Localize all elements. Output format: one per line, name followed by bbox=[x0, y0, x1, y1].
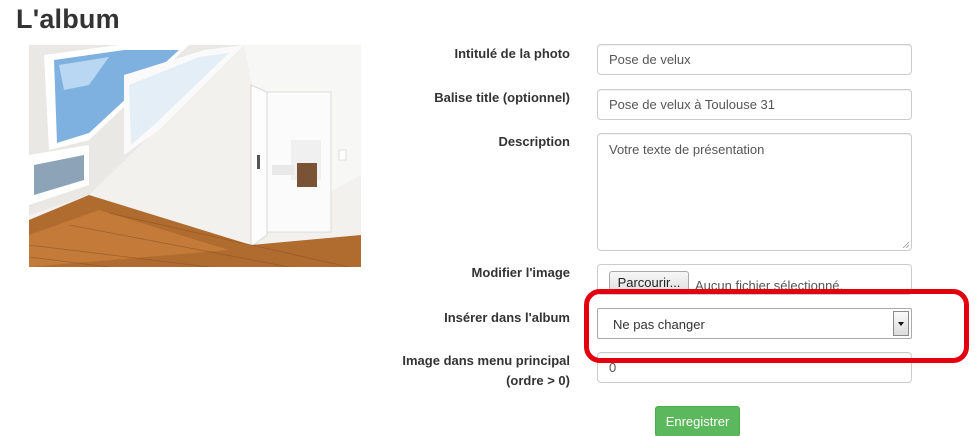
alt-input[interactable]: Pose de velux à Toulouse 31 bbox=[597, 89, 912, 120]
image-file-input[interactable]: Parcourir... Aucun fichier sélectionné. bbox=[597, 264, 912, 295]
file-status: Aucun fichier sélectionné. bbox=[695, 278, 844, 293]
title-input[interactable]: Pose de velux bbox=[597, 44, 912, 75]
menu-label-line1: Image dans menu principal bbox=[402, 353, 570, 368]
alt-label: Balise title (optionnel) bbox=[434, 90, 570, 105]
chevron-down-icon[interactable] bbox=[893, 311, 909, 336]
page-title: L'album bbox=[16, 4, 120, 34]
album-select-value: Ne pas changer bbox=[613, 317, 705, 332]
description-textarea[interactable]: Votre texte de présentation bbox=[597, 133, 912, 251]
menu-order-input[interactable]: 0 bbox=[597, 352, 912, 383]
description-label: Description bbox=[498, 134, 570, 149]
menu-label: Image dans menu principal (ordre > 0) bbox=[402, 351, 570, 391]
browse-button[interactable]: Parcourir... bbox=[609, 271, 689, 294]
resize-grip-icon[interactable] bbox=[902, 241, 909, 248]
album-label: Insérer dans l'album bbox=[444, 310, 570, 325]
album-select[interactable]: Ne pas changer bbox=[597, 308, 912, 339]
title-label: Intitulé de la photo bbox=[454, 46, 570, 61]
description-text: Votre texte de présentation bbox=[609, 142, 765, 157]
image-label: Modifier l'image bbox=[471, 265, 570, 280]
menu-label-line2: (ordre > 0) bbox=[506, 373, 570, 388]
album-photo bbox=[29, 45, 361, 267]
save-button[interactable]: Enregistrer bbox=[655, 406, 740, 436]
